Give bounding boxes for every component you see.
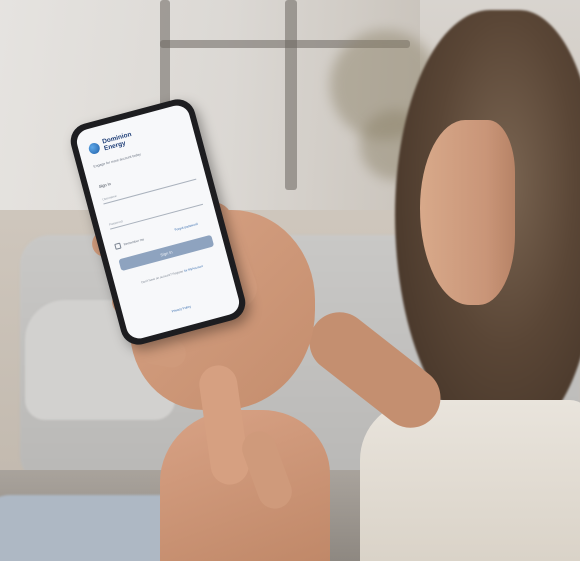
person-face: [420, 120, 515, 305]
dominion-energy-logo-icon: [87, 141, 102, 156]
window-frame-post: [285, 0, 297, 190]
logo-text: Dominion Energy: [101, 131, 133, 152]
register-link[interactable]: for MyAccount: [184, 264, 204, 273]
tapping-hand: [160, 410, 330, 561]
remember-me-row[interactable]: Remember me: [114, 236, 145, 250]
username-input[interactable]: [103, 178, 197, 205]
sign-in-label: Sign in: [98, 181, 112, 190]
privacy-policy-link[interactable]: Privacy Policy: [125, 292, 238, 326]
register-text: Don't have an account? Register: [140, 269, 184, 285]
photo-scene: Dominion Energy Engage for more account …: [0, 0, 580, 561]
remember-me-checkbox[interactable]: [114, 242, 122, 250]
remember-me-label: Remember me: [123, 237, 145, 247]
forgot-password-link[interactable]: Forgot password: [174, 222, 198, 232]
person-shoulder: [360, 400, 580, 561]
